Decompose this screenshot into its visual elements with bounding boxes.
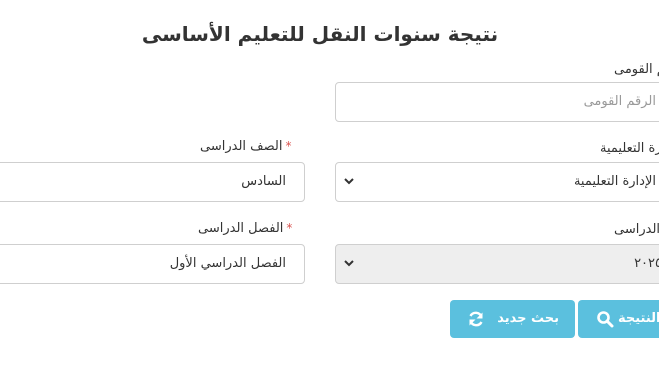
national-id-label-text: الرقم القومى [614, 62, 659, 77]
required-mark: * [285, 139, 292, 153]
grade-label: *الصف الدراسى [200, 139, 291, 154]
chevron-down-icon [344, 260, 354, 267]
admin-select-value: الإدارة التعليمية [573, 174, 656, 189]
year-select-value: ٢٠٢٥ [634, 256, 659, 271]
term-label: *الفصل الدراسى [198, 221, 292, 236]
term-label-text: الفصل الدراسى [198, 221, 284, 236]
grade-select-value: السادس [241, 174, 286, 189]
national-id-input[interactable]: الرقم القومى [335, 82, 659, 122]
year-select[interactable]: ٢٠٢٥ [335, 244, 659, 284]
grade-select[interactable]: السادس [0, 162, 305, 202]
new-search-button[interactable]: بحث جديد [450, 300, 575, 338]
admin-label: *الإدارة التعليمية [600, 141, 659, 156]
grade-label-text: الصف الدراسى [200, 139, 283, 154]
new-search-label: بحث جديد [497, 311, 559, 326]
refresh-icon [469, 311, 483, 327]
national-id-label: *الرقم القومى [614, 62, 659, 77]
required-mark: * [286, 221, 293, 235]
admin-label-text: الإدارة التعليمية [600, 141, 659, 156]
national-id-placeholder: الرقم القومى [583, 94, 656, 109]
term-select[interactable]: الفصل الدراسي الأول [0, 244, 305, 284]
result-page: نتيجة سنوات النقل للتعليم الأساسى *الرقم… [0, 0, 659, 370]
chevron-down-icon [344, 178, 354, 185]
show-result-label: عرض النتيجة [618, 311, 659, 326]
page-title: نتيجة سنوات النقل للتعليم الأساسى [141, 22, 499, 46]
year-label: *العام الدراسى [614, 222, 659, 237]
admin-select[interactable]: الإدارة التعليمية [335, 162, 659, 202]
year-label-text: العام الدراسى [614, 222, 659, 237]
term-select-value: الفصل الدراسي الأول [169, 256, 286, 271]
show-result-button[interactable]: عرض النتيجة [578, 300, 659, 338]
search-icon [597, 311, 614, 328]
